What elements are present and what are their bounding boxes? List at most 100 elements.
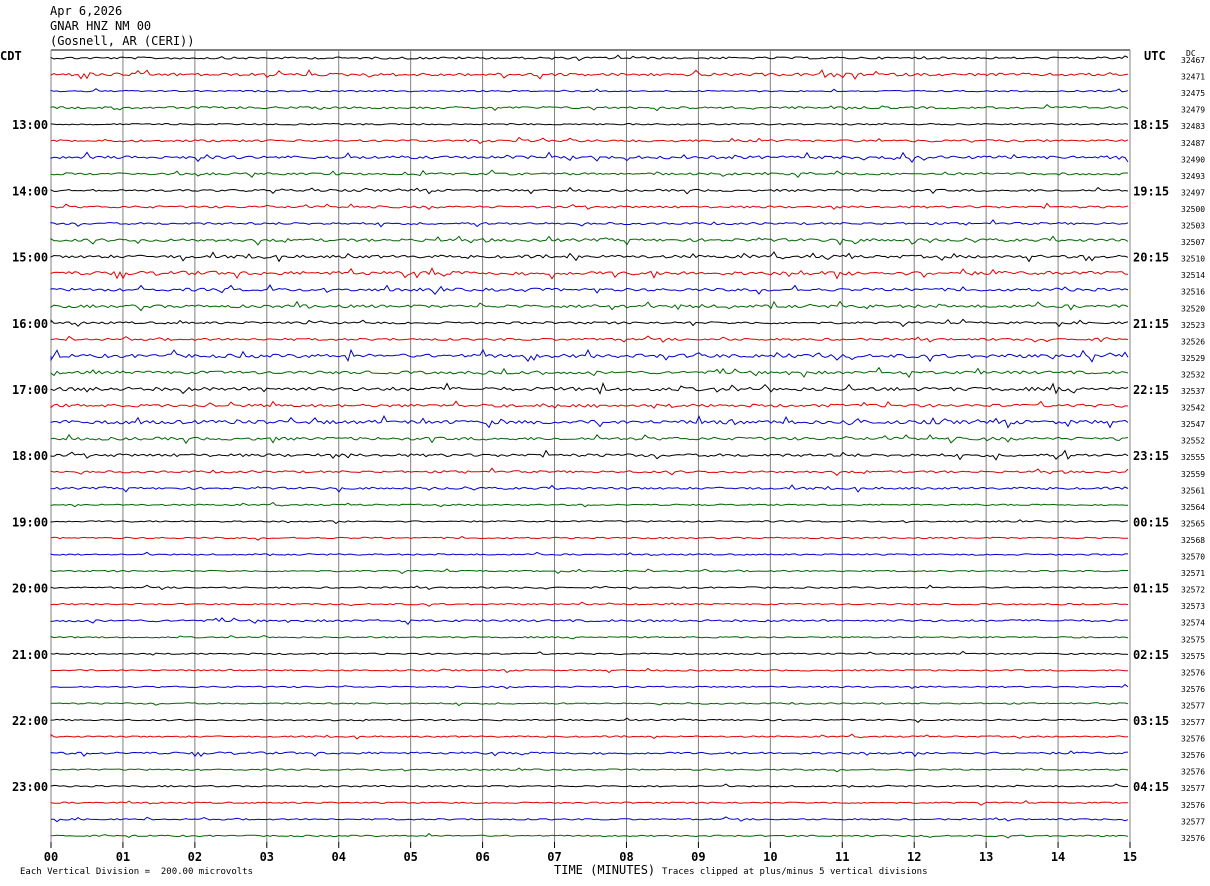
dc-value-label: 32565	[1181, 519, 1205, 528]
dc-value-label: 32570	[1181, 553, 1205, 562]
seismic-trace	[50, 88, 1129, 93]
seismic-trace	[50, 219, 1129, 228]
seismic-trace	[50, 519, 1129, 525]
footer-scale: Each Vertical Division = 200.00 microvol…	[20, 867, 253, 877]
x-tick-label: 08	[619, 850, 633, 864]
x-tick-label: 12	[907, 850, 921, 864]
utc-hour-label: 03:15	[1133, 714, 1169, 728]
dc-value-label: 32523	[1181, 321, 1205, 330]
dc-value-label: 32576	[1181, 801, 1205, 810]
cdt-hour-label: 13:00	[12, 118, 48, 132]
seismic-trace	[50, 169, 1128, 178]
dc-value-label: 32571	[1181, 569, 1205, 578]
utc-hour-label: 02:15	[1133, 648, 1169, 662]
seismic-trace	[50, 617, 1129, 626]
utc-hour-label: 18:15	[1133, 118, 1169, 132]
seismic-trace	[50, 800, 1128, 806]
utc-hour-label: 23:15	[1133, 449, 1169, 463]
dc-value-label: 32475	[1181, 89, 1205, 98]
x-tick-label: 07	[547, 850, 561, 864]
cdt-hour-label: 14:00	[12, 184, 48, 198]
x-tick-label: 10	[763, 850, 777, 864]
x-tick-label: 02	[188, 850, 202, 864]
dc-value-label: 32575	[1181, 652, 1205, 661]
dc-value-label: 32514	[1181, 271, 1205, 280]
dc-value-label: 32568	[1181, 536, 1205, 545]
seismic-trace	[50, 701, 1129, 707]
seismic-trace	[50, 733, 1129, 740]
dc-value-label: 32526	[1181, 337, 1205, 346]
dc-value-label: 32493	[1181, 172, 1205, 181]
seismic-trace	[50, 650, 1129, 656]
dc-label: DC	[1186, 49, 1196, 58]
x-tick-label: 09	[691, 850, 705, 864]
seismic-trace	[50, 568, 1128, 575]
dc-value-label: 32576	[1181, 834, 1205, 843]
seismic-trace	[50, 584, 1129, 591]
seismic-trace	[50, 683, 1129, 690]
seismic-trace	[50, 348, 1129, 363]
utc-hour-label: 19:15	[1133, 184, 1169, 198]
dc-value-label: 32503	[1181, 222, 1205, 231]
dc-value-label: 32542	[1181, 404, 1205, 413]
seismic-trace	[50, 104, 1129, 112]
cdt-hour-label: 19:00	[12, 515, 48, 529]
cdt-hour-label: 16:00	[12, 317, 48, 331]
seismic-trace	[50, 449, 1129, 461]
dc-value-label: 32532	[1181, 370, 1205, 379]
dc-value-label: 32529	[1181, 354, 1205, 363]
dc-value-label: 32487	[1181, 139, 1205, 148]
seismic-trace	[50, 136, 1129, 145]
dc-value-label: 32507	[1181, 238, 1205, 247]
seismic-trace	[50, 667, 1128, 674]
helicorder-chart: 00 01 02 03 04 05 06 07 08 09 10 11 12 13 14 1532467324…	[12, 49, 1205, 864]
seismic-trace	[50, 284, 1129, 295]
x-tick-label: 13	[979, 850, 993, 864]
cdt-hour-label: 23:00	[12, 780, 48, 794]
dc-value-label: 32576	[1181, 751, 1205, 760]
chart-grid	[50, 49, 1131, 842]
cdt-hour-label: 15:00	[12, 251, 48, 265]
seismic-trace	[50, 767, 1129, 773]
seismic-trace	[50, 381, 1129, 395]
cdt-hour-label: 21:00	[12, 648, 48, 662]
dc-value-label: 32564	[1181, 503, 1205, 512]
x-tick-label: 04	[332, 850, 346, 864]
dc-value-label: 32559	[1181, 470, 1205, 479]
cdt-hour-label: 17:00	[12, 383, 48, 397]
seismic-trace	[50, 535, 1128, 541]
axis-labels: 00 01 02 03 04 05 06 07 08 09 10 11 12 13 14 1532467324…	[12, 56, 1205, 864]
utc-hour-label: 04:15	[1133, 780, 1169, 794]
dc-value-label: 32576	[1181, 685, 1205, 694]
dc-value-label: 32520	[1181, 304, 1205, 313]
x-tick-label: 03	[260, 850, 274, 864]
seismic-trace	[50, 467, 1129, 476]
seismic-trace	[51, 816, 1129, 823]
x-tick-label: 00	[44, 850, 58, 864]
utc-hour-label: 01:15	[1133, 582, 1169, 596]
x-tick-label: 05	[403, 850, 417, 864]
seismic-trace	[50, 122, 1129, 126]
dc-value-label: 32497	[1181, 188, 1205, 197]
dc-value-label: 32577	[1181, 718, 1205, 727]
dc-value-label: 32552	[1181, 437, 1205, 446]
seismic-trace	[50, 634, 1129, 640]
dc-value-label: 32574	[1181, 619, 1205, 628]
seismic-trace	[50, 267, 1129, 280]
seismic-trace	[50, 750, 1129, 758]
dc-value-label: 32516	[1181, 288, 1205, 297]
cdt-hour-label: 18:00	[12, 449, 48, 463]
dc-value-label: 32576	[1181, 735, 1205, 744]
utc-hour-label: 00:15	[1133, 515, 1169, 529]
seismic-trace	[50, 151, 1129, 164]
utc-hour-label: 21:15	[1133, 317, 1169, 331]
dc-value-label: 32577	[1181, 784, 1205, 793]
cdt-hour-label: 22:00	[12, 714, 48, 728]
seismic-trace	[50, 300, 1129, 312]
seismic-trace	[50, 783, 1129, 788]
x-tick-label: 14	[1051, 850, 1065, 864]
trace-group	[50, 54, 1129, 839]
seismic-trace	[50, 484, 1129, 493]
seismic-trace	[50, 551, 1128, 557]
cdt-hour-label: 20:00	[12, 582, 48, 596]
